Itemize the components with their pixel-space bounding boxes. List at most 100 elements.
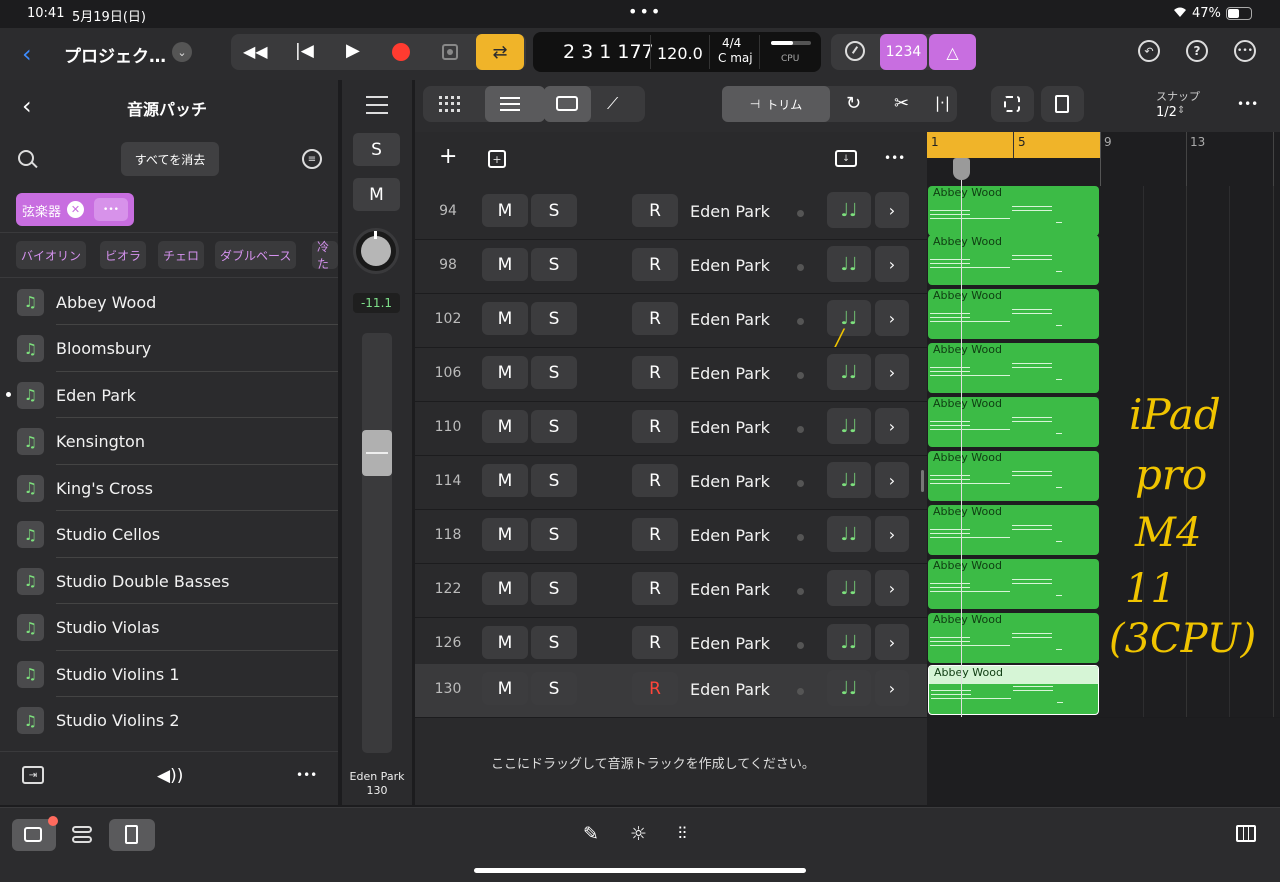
track-record-button[interactable]: R bbox=[632, 572, 678, 605]
speaker-icon[interactable]: ◀)) bbox=[157, 766, 183, 786]
violin-icon[interactable]: ♩♩ bbox=[827, 516, 871, 552]
split-icon[interactable]: |·| bbox=[935, 94, 950, 112]
track-record-button[interactable]: R bbox=[632, 464, 678, 497]
track-row[interactable]: 94 M S R Eden Park ♩♩ › bbox=[415, 186, 927, 240]
pan-knob[interactable] bbox=[353, 228, 399, 274]
patch-item[interactable]: ♫ Studio Violins 1 bbox=[0, 651, 338, 697]
track-mute-button[interactable]: M bbox=[482, 672, 528, 705]
undo-icon[interactable]: ↶ bbox=[1138, 40, 1160, 62]
track-mute-button[interactable]: M bbox=[482, 626, 528, 659]
home-indicator[interactable] bbox=[474, 868, 806, 873]
track-row[interactable]: 98 M S R Eden Park ♩♩ › bbox=[415, 240, 927, 294]
count-in-button[interactable]: 1234 bbox=[880, 34, 927, 70]
ruler[interactable]: 1 5 9 13 bbox=[927, 132, 1280, 186]
more-icon[interactable]: ••• bbox=[1234, 40, 1256, 62]
load-patch-icon[interactable]: ⇥ bbox=[22, 766, 44, 784]
chevron-right-icon[interactable]: › bbox=[875, 354, 909, 390]
pencil-icon[interactable]: ✎ bbox=[583, 823, 599, 845]
track-row-selected[interactable]: 130 M S R Eden Park ♩♩ › bbox=[415, 664, 927, 718]
keyboard-icon[interactable] bbox=[1236, 825, 1256, 842]
inspector-toggle-icon[interactable] bbox=[72, 824, 92, 844]
patch-item[interactable]: ♫ Kensington bbox=[0, 419, 338, 465]
record-icon[interactable] bbox=[392, 43, 410, 61]
search-icon[interactable] bbox=[18, 150, 38, 169]
strip-mute-button[interactable]: M bbox=[353, 178, 400, 211]
chevron-right-icon[interactable]: › bbox=[875, 246, 909, 282]
midi-region[interactable]: Abbey Wood bbox=[928, 186, 1099, 236]
track-mute-button[interactable]: M bbox=[482, 464, 528, 497]
midi-region[interactable]: Abbey Wood bbox=[928, 451, 1099, 501]
track-solo-button[interactable]: S bbox=[531, 248, 577, 281]
category-violin[interactable]: バイオリン bbox=[16, 241, 87, 269]
category-cold[interactable]: 冷た bbox=[312, 240, 338, 271]
automation-icon[interactable]: ⟋ bbox=[607, 94, 618, 114]
track-solo-button[interactable]: S bbox=[531, 518, 577, 551]
track-header-more-icon[interactable]: ••• bbox=[884, 151, 905, 165]
chevron-right-icon[interactable]: › bbox=[875, 670, 909, 706]
go-to-start-icon[interactable]: |◀ bbox=[295, 41, 314, 61]
midi-region[interactable]: Abbey Wood bbox=[928, 397, 1099, 447]
track-solo-button[interactable]: S bbox=[531, 464, 577, 497]
track-mute-button[interactable]: M bbox=[482, 194, 528, 227]
track-record-button[interactable]: R bbox=[632, 356, 678, 389]
playhead-handle[interactable] bbox=[953, 158, 970, 180]
filter-chip[interactable]: 弦楽器 ✕ ••• bbox=[16, 193, 134, 226]
smart-controls-icon[interactable]: ☼ bbox=[630, 823, 647, 845]
track-mute-button[interactable]: M bbox=[482, 518, 528, 551]
violin-icon[interactable]: ♩♩ bbox=[827, 354, 871, 390]
track-mute-button[interactable]: M bbox=[482, 356, 528, 389]
midi-region[interactable]: Abbey Wood bbox=[928, 505, 1099, 555]
patch-item[interactable]: ♫ Studio Cellos bbox=[0, 512, 338, 558]
patch-item[interactable]: ♫ Studio Double Basses bbox=[0, 558, 338, 604]
violin-icon[interactable]: ♩♩ bbox=[827, 624, 871, 660]
channel-strip-toggle-icon[interactable] bbox=[109, 819, 155, 851]
track-row[interactable]: 118 M S R Eden Park ♩♩ › bbox=[415, 510, 927, 564]
project-title[interactable]: プロジェク… bbox=[64, 42, 166, 67]
mixer-icon[interactable]: ⫶⫶ bbox=[678, 824, 687, 844]
track-record-button[interactable]: R bbox=[632, 194, 678, 227]
rewind-icon[interactable]: ◀◀ bbox=[243, 42, 268, 61]
multitasking-dots-icon[interactable]: ••• bbox=[628, 2, 662, 21]
track-record-button[interactable]: R bbox=[632, 518, 678, 551]
import-icon[interactable]: ↓ bbox=[835, 150, 857, 167]
chevron-right-icon[interactable]: › bbox=[875, 192, 909, 228]
violin-icon[interactable]: ♩♩ bbox=[827, 670, 871, 706]
violin-icon[interactable]: ♩♩ bbox=[827, 192, 871, 228]
track-solo-button[interactable]: S bbox=[531, 572, 577, 605]
violin-icon[interactable]: ♩♩ bbox=[827, 570, 871, 606]
filter-icon[interactable]: ≡ bbox=[302, 149, 322, 169]
track-mute-button[interactable]: M bbox=[482, 302, 528, 335]
track-solo-button[interactable]: S bbox=[531, 194, 577, 227]
volume-fader-track[interactable] bbox=[362, 333, 392, 753]
snap-value[interactable]: 1/2 bbox=[1156, 105, 1177, 120]
settings-sliders-icon[interactable] bbox=[366, 96, 388, 114]
track-solo-button[interactable]: S bbox=[531, 356, 577, 389]
chevron-right-icon[interactable]: › bbox=[875, 624, 909, 660]
track-solo-button[interactable]: S bbox=[531, 672, 577, 705]
chip-more-icon[interactable]: ••• bbox=[94, 198, 128, 221]
scroll-indicator[interactable] bbox=[921, 470, 924, 492]
midi-region[interactable]: Abbey Wood bbox=[928, 559, 1099, 609]
remove-filter-icon[interactable]: ✕ bbox=[67, 201, 84, 218]
tracks-more-icon[interactable]: ••• bbox=[1237, 97, 1258, 111]
cycle-icon[interactable]: ⇄ bbox=[476, 34, 524, 70]
track-row[interactable]: 110 M S R Eden Park ♩♩ › bbox=[415, 402, 927, 456]
patch-item[interactable]: ♫ Bloomsbury bbox=[0, 326, 338, 372]
violin-icon[interactable]: ♩♩ bbox=[827, 462, 871, 498]
track-mute-button[interactable]: M bbox=[482, 410, 528, 443]
track-mute-button[interactable]: M bbox=[482, 248, 528, 281]
strip-solo-button[interactable]: S bbox=[353, 133, 400, 166]
chevron-down-icon[interactable]: ⌄ bbox=[172, 42, 192, 62]
patch-item-selected[interactable]: ♫ Eden Park bbox=[0, 372, 338, 418]
lcd-display[interactable]: 2 3 1 177 120.0 4/4 C maj CPU bbox=[533, 32, 821, 72]
capture-record-icon[interactable] bbox=[442, 44, 458, 60]
tracks-view-icon[interactable] bbox=[485, 86, 545, 122]
track-record-button-armed[interactable]: R bbox=[632, 672, 678, 705]
track-record-button[interactable]: R bbox=[632, 410, 678, 443]
violin-icon[interactable]: ♩♩ bbox=[827, 246, 871, 282]
track-record-button[interactable]: R bbox=[632, 302, 678, 335]
track-mute-button[interactable]: M bbox=[482, 572, 528, 605]
region-view-icon[interactable] bbox=[544, 86, 591, 122]
back-chevron-icon[interactable]: ‹ bbox=[22, 40, 32, 68]
track-solo-button[interactable]: S bbox=[531, 626, 577, 659]
